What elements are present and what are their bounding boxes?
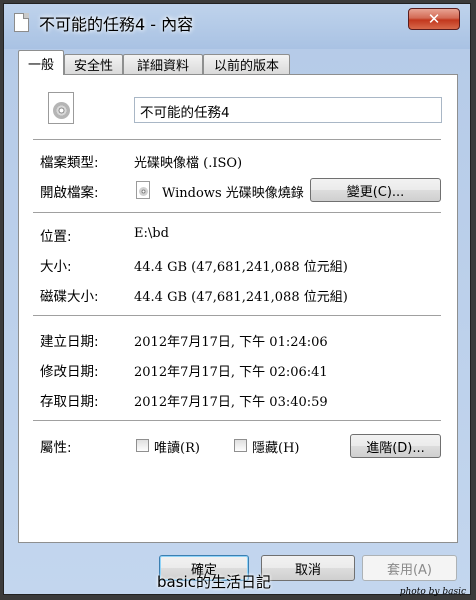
divider xyxy=(33,139,441,140)
created-value: 2012年7月17日, 下午 01:24:06 xyxy=(134,335,328,350)
tab-bar: 一般 安全性 詳細資料 以前的版本 xyxy=(18,50,458,75)
readonly-checkbox[interactable] xyxy=(136,439,149,452)
disk-size-label: 磁碟大小: xyxy=(40,289,99,305)
change-button[interactable]: 變更(C)... xyxy=(310,178,441,202)
attributes-label: 屬性: xyxy=(40,440,72,456)
apply-button[interactable]: 套用(A) xyxy=(362,555,457,581)
accessed-value: 2012年7月17日, 下午 03:40:59 xyxy=(134,395,328,410)
disc-image-icon xyxy=(48,92,74,124)
opens-with-value: Windows 光碟映像燒錄 xyxy=(162,186,304,201)
document-icon xyxy=(14,13,29,32)
tab-details[interactable]: 詳細資料 xyxy=(123,54,203,74)
hidden-checkbox[interactable] xyxy=(234,439,247,452)
divider xyxy=(33,420,441,421)
disc-burner-icon xyxy=(136,181,150,199)
file-type-label: 檔案類型: xyxy=(40,155,99,171)
filename-field[interactable]: 不可能的任務4 xyxy=(134,97,442,123)
disk-size-value: 44.4 GB (47,681,241,088 位元組) xyxy=(134,290,348,305)
divider xyxy=(33,315,441,316)
hidden-label[interactable]: 隱藏(H) xyxy=(252,437,299,456)
tab-general[interactable]: 一般 xyxy=(18,50,64,75)
properties-window: 不可能的任務4 - 內容 ✕ 一般 安全性 詳細資料 以前的版本 不可能的任務4… xyxy=(3,3,471,595)
close-button[interactable]: ✕ xyxy=(408,8,460,30)
size-label: 大小: xyxy=(40,259,72,275)
window-title: 不可能的任務4 - 內容 xyxy=(39,15,194,34)
modified-label: 修改日期: xyxy=(40,364,99,380)
location-label: 位置: xyxy=(40,229,72,245)
file-type-value: 光碟映像檔 (.ISO) xyxy=(134,156,243,171)
general-panel: 不可能的任務4 檔案類型: 光碟映像檔 (.ISO) 開啟檔案: Windows… xyxy=(18,74,458,543)
watermark-text: basic的生活日記 xyxy=(157,573,271,591)
title-bar[interactable]: 不可能的任務4 - 內容 ✕ xyxy=(4,4,470,42)
readonly-label[interactable]: 唯讀(R) xyxy=(154,437,200,456)
accessed-label: 存取日期: xyxy=(40,394,99,410)
advanced-button[interactable]: 進階(D)... xyxy=(350,434,441,458)
size-value: 44.4 GB (47,681,241,088 位元組) xyxy=(134,260,348,275)
created-label: 建立日期: xyxy=(40,334,99,350)
tab-previous-versions[interactable]: 以前的版本 xyxy=(203,54,290,74)
opens-with-label: 開啟檔案: xyxy=(40,185,99,201)
location-value: E:\bd xyxy=(134,226,169,241)
divider xyxy=(33,212,441,213)
modified-value: 2012年7月17日, 下午 02:06:41 xyxy=(134,365,328,380)
tab-security[interactable]: 安全性 xyxy=(64,54,123,74)
photographer-signature: photo by basic xyxy=(399,587,466,597)
cancel-button[interactable]: 取消 xyxy=(261,555,355,581)
